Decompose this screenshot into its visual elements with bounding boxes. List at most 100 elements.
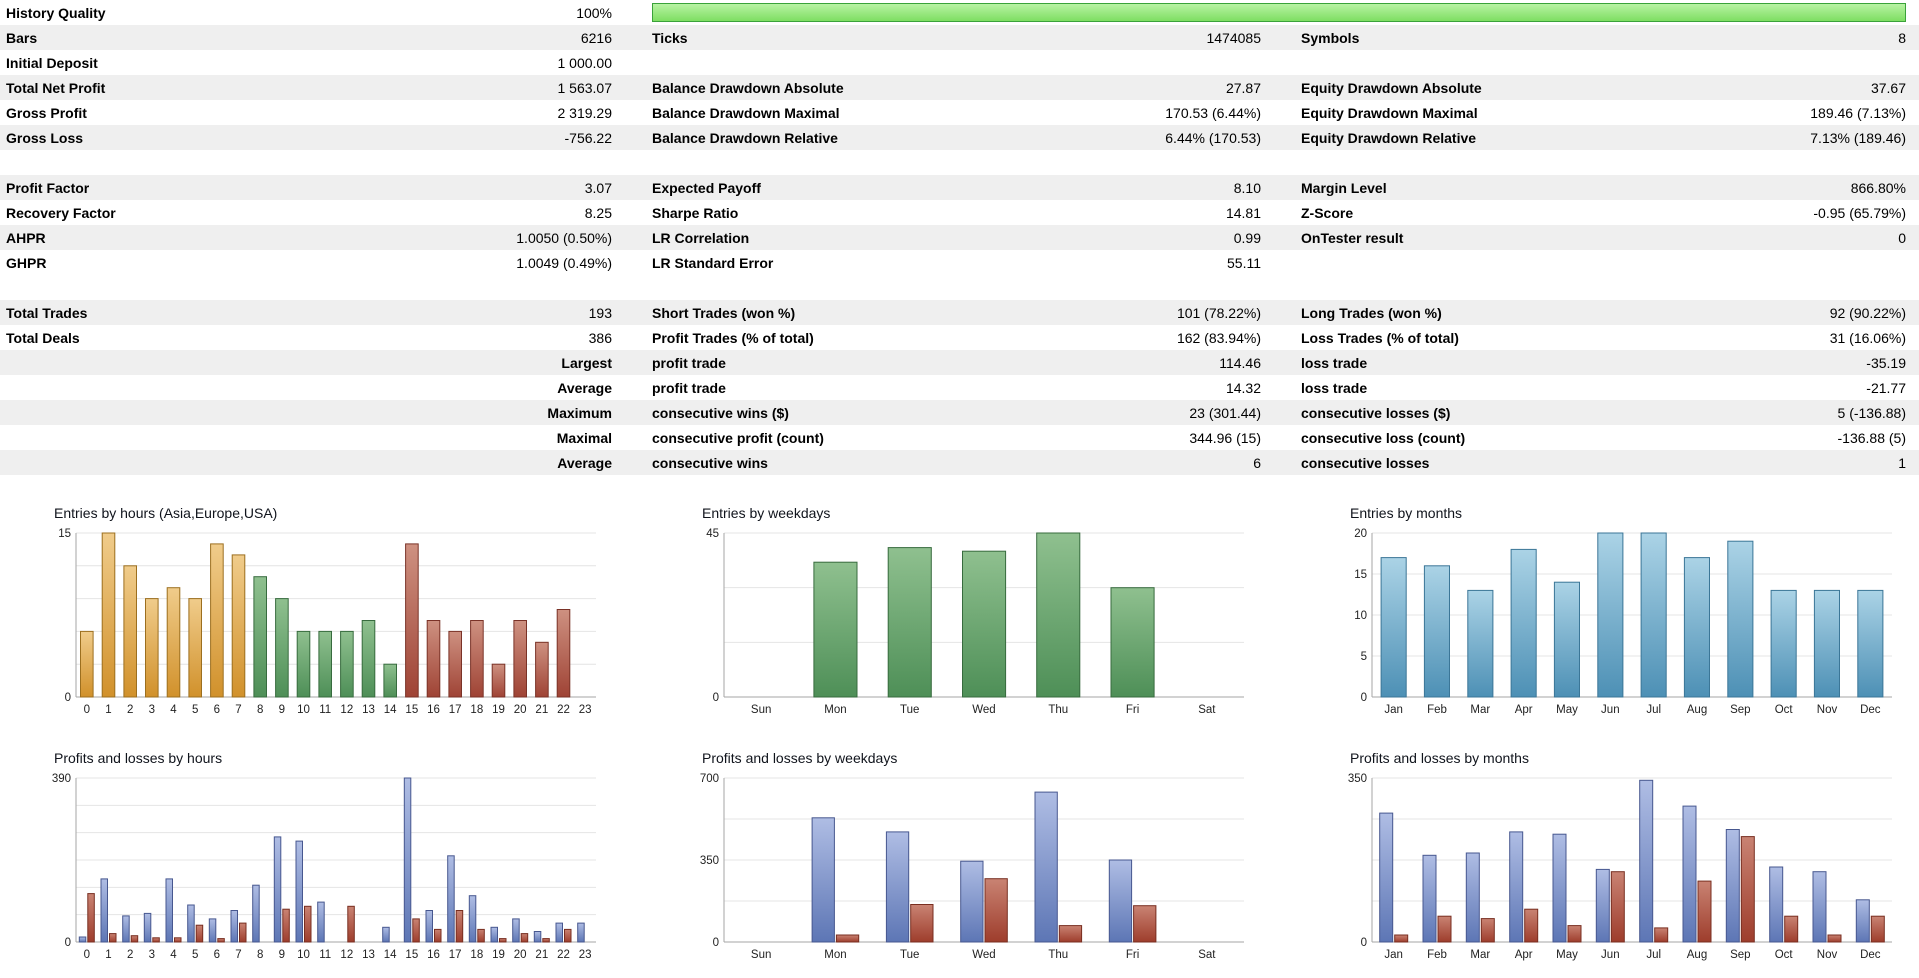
bar-profit (577, 922, 585, 943)
bar-profit (1855, 899, 1870, 943)
svg-text:Fri: Fri (1126, 704, 1139, 716)
chart-canvas: 03900 1 2 3 4 5 6 7 8 9 10 11 12 13 14 15 16 17 18 19 20 21 22… (52, 773, 596, 961)
bar-loss (1740, 836, 1755, 943)
bar-loss (1870, 915, 1885, 943)
table-row: Initial Deposit 1 000.00 (0, 50, 1919, 75)
bar-entries (123, 565, 138, 698)
bar-loss (910, 904, 934, 943)
bar-entries (1553, 581, 1580, 698)
svg-text:5: 5 (192, 949, 198, 961)
stat-label: Margin Level (1301, 179, 1387, 196)
chart-canvas: 0 45 Sun Mon Tue Wed Thu Fri Sat (706, 528, 1244, 716)
bar-entries (1683, 557, 1710, 698)
svg-text:7: 7 (235, 949, 241, 961)
stat-value: 1 (1898, 454, 1906, 471)
svg-text:Tue: Tue (900, 949, 919, 961)
svg-text:10: 10 (297, 704, 310, 716)
stat-value: 1474085 (1206, 29, 1261, 46)
stat-label: loss trade (1301, 379, 1368, 396)
table-row: Profit Factor 3.07 Expected Payoff 8.10 Marg… (0, 175, 1919, 200)
stat-value: 23 (301.44) (1189, 404, 1261, 421)
stat-value: 866.80% (1850, 179, 1906, 196)
table-row: Maximum consecutive wins ($) 23 (301.44) co… (0, 400, 1919, 425)
bar-loss (1394, 934, 1409, 943)
svg-text:20: 20 (514, 704, 527, 716)
chart-plot: 0 45 Sun Mon Tue Wed Thu Fri Sat (688, 525, 1248, 728)
svg-text:Fri: Fri (1126, 949, 1139, 961)
svg-text:6: 6 (214, 949, 220, 961)
bar-loss (1524, 908, 1539, 943)
svg-text:14: 14 (384, 949, 397, 961)
bar-loss (239, 922, 247, 943)
stat-value: 2 319.29 (557, 104, 613, 121)
bar-entries (1640, 532, 1667, 698)
bar-profit (143, 912, 152, 943)
bar-loss (434, 928, 442, 943)
bar-loss (1133, 905, 1157, 943)
chart-title: Profits and losses by months (1350, 750, 1529, 766)
bar-entries (1467, 589, 1494, 698)
chart-title: Profits and losses by hours (54, 750, 223, 766)
svg-text:700: 700 (700, 773, 719, 785)
stat-label: consecutive wins ($) (652, 404, 789, 421)
svg-text:9: 9 (279, 704, 285, 716)
bar-entries (340, 630, 354, 698)
bar-entries (253, 576, 267, 698)
stat-label: Long Trades (won %) (1301, 304, 1442, 321)
bar-entries (1727, 540, 1754, 698)
svg-text:16: 16 (427, 949, 440, 961)
bar-loss (1654, 927, 1669, 943)
stat-label: AHPR (6, 229, 46, 246)
bar-loss (520, 933, 529, 943)
svg-text:17: 17 (449, 704, 462, 716)
svg-text:0: 0 (84, 704, 90, 716)
table-row: GHPR 1.0049 (0.49%) LR Standard Error 55.11 (0, 250, 1919, 275)
svg-text:12: 12 (340, 949, 353, 961)
svg-text:20: 20 (514, 949, 527, 961)
bar-profit (811, 817, 835, 943)
svg-text:Oct: Oct (1775, 949, 1794, 961)
svg-text:Jun: Jun (1601, 949, 1620, 961)
svg-text:23: 23 (579, 704, 592, 716)
backtest-report: History Quality 100% Bars 6216 Ticks 1474085 S… (0, 0, 1919, 973)
stat-value: 114.46 (1219, 354, 1261, 371)
stat-label: Equity Drawdown Absolute (1301, 79, 1482, 96)
bar-loss (1058, 925, 1083, 943)
chart-plot: 0 390 0 1 2 3 4 5 6 7 8 9 10 11 12 13 14 15 16 17 18 19 20 21 22… (40, 770, 600, 973)
bar-entries (405, 543, 419, 698)
svg-text:390: 390 (52, 773, 71, 785)
stat-value: 8.10 (1233, 179, 1261, 196)
bar-profit (1639, 779, 1654, 943)
bar-profit (960, 860, 984, 943)
chart-title: Profits and losses by weekdays (702, 750, 898, 766)
svg-text:10: 10 (1354, 610, 1367, 622)
stat-value: 55.11 (1227, 254, 1261, 271)
svg-text:Feb: Feb (1427, 949, 1447, 961)
bar-loss (477, 928, 485, 943)
svg-text:4: 4 (170, 949, 177, 961)
stat-label: Z-Score (1301, 204, 1354, 221)
svg-text:21: 21 (535, 704, 548, 716)
svg-text:Jun: Jun (1601, 704, 1620, 716)
svg-text:Mar: Mar (1470, 949, 1490, 961)
bar-entries (470, 620, 484, 698)
stat-value: 31 (16.06%) (1829, 329, 1906, 346)
stat-value: 92 (90.22%) (1829, 304, 1906, 321)
svg-text:Aug: Aug (1687, 704, 1707, 716)
stat-label: profit trade (652, 354, 726, 371)
svg-text:Dec: Dec (1860, 704, 1881, 716)
bar-entries (448, 630, 462, 698)
bar-profit (1725, 829, 1740, 943)
svg-text:Oct: Oct (1775, 704, 1794, 716)
stat-label: OnTester result (1301, 229, 1404, 246)
stat-label: LR Correlation (652, 229, 750, 246)
bar-profit (555, 922, 563, 943)
bar-loss (499, 938, 507, 943)
stat-value: 0.99 (1233, 229, 1261, 246)
bar-loss (217, 938, 225, 943)
stat-value: 6 (1253, 454, 1261, 471)
table-row: Total Net Profit 1 563.07 Balance Drawdown… (0, 75, 1919, 100)
chart-entries-by-hours: Entries by hours (Asia,Europe,USA) 0 15 0 1… (40, 505, 600, 728)
bar-loss (1827, 934, 1842, 943)
bar-profit (230, 910, 238, 943)
